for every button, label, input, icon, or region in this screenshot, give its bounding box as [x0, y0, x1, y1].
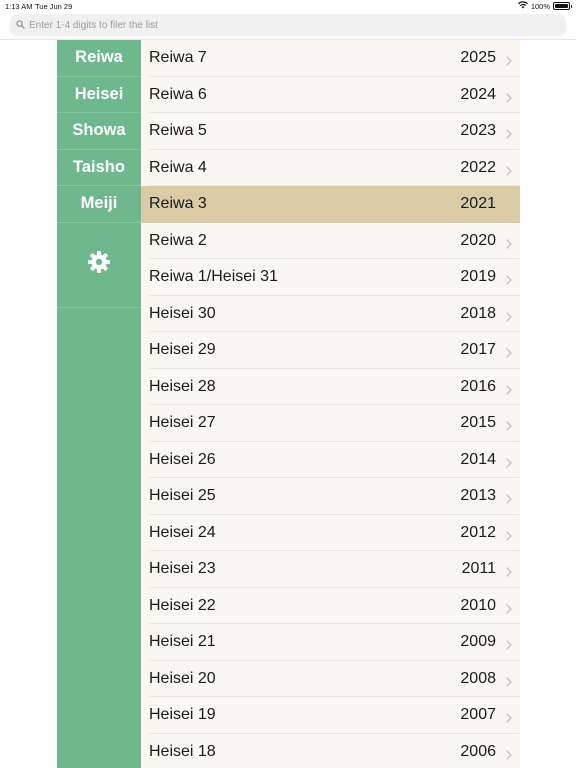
era-year-label: Reiwa 4: [149, 158, 207, 176]
sidebar-item-taisho[interactable]: Taisho: [57, 150, 141, 186]
sidebar-item-showa[interactable]: Showa: [57, 113, 141, 150]
chevron-right-icon: [506, 53, 512, 71]
gregorian-year: 2019: [460, 268, 496, 286]
list-item[interactable]: Reiwa 5 2023: [141, 113, 520, 150]
battery-icon: [553, 2, 572, 10]
chevron-right-icon: [506, 163, 512, 181]
chevron-right-icon: [506, 309, 512, 327]
search-input[interactable]: [29, 19, 549, 31]
gregorian-year: 2007: [460, 706, 496, 724]
era-year-label: Heisei 27: [149, 414, 216, 432]
settings-button[interactable]: [57, 223, 141, 308]
list-item[interactable]: Reiwa 7 2025: [141, 40, 520, 77]
gregorian-year: 2023: [460, 122, 496, 140]
gregorian-year: 2017: [460, 341, 496, 359]
gear-icon: [87, 250, 111, 279]
list-item[interactable]: Heisei 23 2011: [141, 551, 520, 588]
gregorian-year: 2015: [460, 414, 496, 432]
chevron-right-icon: [506, 345, 512, 363]
era-year-label: Reiwa 5: [149, 122, 207, 140]
era-year-label: Reiwa 1/Heisei 31: [149, 268, 278, 286]
list-item[interactable]: Reiwa 1/Heisei 31 2019: [141, 259, 520, 296]
gregorian-year: 2025: [460, 49, 496, 67]
chevron-right-icon: [506, 710, 512, 728]
list-item[interactable]: Heisei 19 2007: [141, 697, 520, 734]
list-item[interactable]: Heisei 18 2006: [141, 734, 520, 768]
era-year-label: Heisei 24: [149, 523, 216, 541]
list-item[interactable]: Reiwa 6 2024: [141, 77, 520, 114]
chevron-right-icon: [506, 747, 512, 765]
chevron-right-icon: [506, 491, 512, 509]
era-year-label: Heisei 28: [149, 377, 216, 395]
gregorian-year: 2009: [460, 633, 496, 651]
list-item[interactable]: Reiwa 4 2022: [141, 150, 520, 187]
era-year-label: Heisei 22: [149, 596, 216, 614]
era-year-label: Reiwa 7: [149, 49, 207, 67]
gregorian-year: 2011: [461, 560, 496, 578]
list-item[interactable]: Heisei 30 2018: [141, 296, 520, 333]
gregorian-year: 2008: [460, 669, 496, 687]
era-year-label: Reiwa 3: [149, 195, 207, 213]
chevron-right-icon: [506, 236, 512, 254]
gregorian-year: 2012: [460, 523, 496, 541]
list-item[interactable]: Reiwa 3 2021: [141, 186, 520, 223]
year-list: Reiwa 7 2025 Reiwa 6 2024 Reiwa 5 2023 Reiwa 4…: [141, 40, 520, 768]
chevron-right-icon: [506, 382, 512, 400]
era-year-label: Heisei 18: [149, 742, 216, 760]
gregorian-year: 2016: [460, 377, 496, 395]
gregorian-year: 2024: [460, 85, 496, 103]
era-year-label: Heisei 26: [149, 450, 216, 468]
list-item[interactable]: Heisei 21 2009: [141, 624, 520, 661]
wifi-icon: [517, 1, 528, 11]
list-item[interactable]: Heisei 22 2010: [141, 588, 520, 625]
era-year-label: Heisei 30: [149, 304, 216, 322]
era-year-label: Heisei 20: [149, 669, 216, 687]
chevron-right-icon: [506, 564, 512, 582]
gregorian-year: 2021: [460, 195, 496, 213]
list-item[interactable]: Heisei 24 2012: [141, 515, 520, 552]
status-time: 1:13 AM: [5, 2, 33, 11]
gregorian-year: 2022: [460, 158, 496, 176]
search-bar[interactable]: [10, 14, 566, 36]
list-item[interactable]: Heisei 29 2017: [141, 332, 520, 369]
era-year-label: Heisei 19: [149, 706, 216, 724]
list-item[interactable]: Heisei 26 2014: [141, 442, 520, 479]
chevron-right-icon: [506, 674, 512, 692]
status-date: Tue Jun 29: [35, 2, 73, 11]
gregorian-year: 2006: [460, 742, 496, 760]
gregorian-year: 2010: [460, 596, 496, 614]
list-item[interactable]: Heisei 27 2015: [141, 405, 520, 442]
list-item[interactable]: Reiwa 2 2020: [141, 223, 520, 260]
era-year-label: Reiwa 2: [149, 231, 207, 249]
era-year-label: Heisei 25: [149, 487, 216, 505]
chevron-right-icon: [506, 528, 512, 546]
gregorian-year: 2014: [460, 450, 496, 468]
era-year-label: Reiwa 6: [149, 85, 207, 103]
era-sidebar: Reiwa Heisei Showa Taisho Meiji: [57, 40, 141, 768]
sidebar-item-heisei[interactable]: Heisei: [57, 77, 141, 113]
chevron-right-icon: [506, 126, 512, 144]
list-item[interactable]: Heisei 25 2013: [141, 478, 520, 515]
gregorian-year: 2018: [460, 304, 496, 322]
chevron-right-icon: [506, 601, 512, 619]
chevron-right-icon: [506, 272, 512, 290]
search-icon: [16, 16, 25, 34]
era-year-label: Heisei 21: [149, 633, 216, 651]
battery-percent: 100%: [530, 1, 550, 11]
chevron-right-icon: [506, 90, 512, 108]
list-item[interactable]: Heisei 20 2008: [141, 661, 520, 698]
chevron-right-icon: [506, 637, 512, 655]
list-item[interactable]: Heisei 28 2016: [141, 369, 520, 406]
era-year-label: Heisei 29: [149, 341, 216, 359]
status-right: 100%: [517, 1, 572, 11]
gregorian-year: 2013: [460, 487, 496, 505]
era-year-label: Heisei 23: [149, 560, 216, 578]
gregorian-year: 2020: [460, 231, 496, 249]
sidebar-item-reiwa[interactable]: Reiwa: [57, 40, 141, 77]
status-bar: 1:13 AM Tue Jun 29 100%: [0, 0, 576, 12]
chevron-right-icon: [506, 418, 512, 436]
chevron-right-icon: [506, 455, 512, 473]
sidebar-item-meiji[interactable]: Meiji: [57, 186, 141, 223]
